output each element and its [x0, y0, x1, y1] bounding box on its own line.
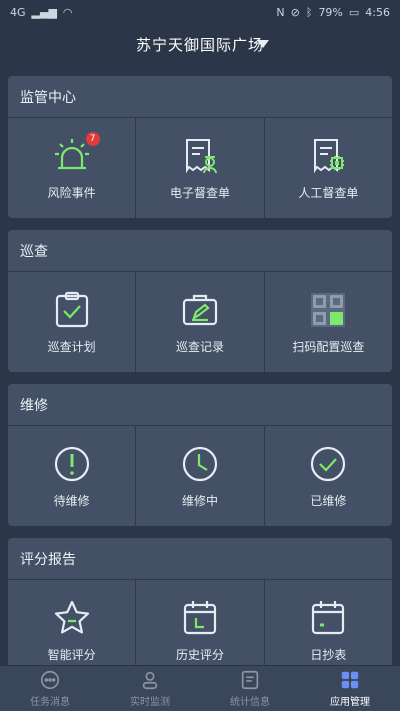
- section-maintenance: 维修 待维修 维修中 已维修: [8, 384, 392, 526]
- grid-item-label: 扫码配置巡查: [292, 339, 365, 354]
- wifi-icon: ◠: [62, 5, 73, 19]
- grid-item-daily-meter[interactable]: 日抄表: [265, 580, 392, 666]
- tab-realtime-monitor[interactable]: 实时监测: [100, 666, 200, 711]
- grid-item-repairing[interactable]: 维修中: [136, 426, 265, 526]
- header[interactable]: 苏宁天御国际广场: [0, 24, 400, 64]
- tab-label: 统计信息: [230, 697, 270, 708]
- grid-item-label: 日抄表: [310, 647, 347, 662]
- status-bar: 4G ▂▄▆ ◠ N ⊘ ᛒ 79% ▭ 4:56: [0, 0, 400, 24]
- grid-item-label: 智能评分: [47, 647, 96, 662]
- dropdown-caret-icon[interactable]: [257, 40, 269, 48]
- grid-item-qr-patrol[interactable]: 扫码配置巡查: [265, 272, 392, 372]
- tab-task-messages[interactable]: 任务消息: [0, 666, 100, 711]
- section-title: 监管中心: [8, 76, 392, 118]
- bottom-tab-bar: 任务消息 实时监测 统计信息 应用管理: [0, 665, 400, 711]
- qr-code-icon: [308, 290, 348, 330]
- grid-item-label: 风险事件: [47, 185, 96, 200]
- section-title: 维修: [8, 384, 392, 426]
- alarm-light-icon: 7: [52, 131, 100, 176]
- star-icon: [52, 598, 92, 638]
- grid-item-label: 巡查计划: [47, 339, 96, 354]
- tab-label: 实时监测: [130, 697, 170, 708]
- grid-item-label: 待维修: [53, 493, 90, 508]
- tab-label: 任务消息: [30, 697, 70, 708]
- signal-label: 4G: [10, 5, 26, 19]
- grid-item-patrol-plan[interactable]: 巡查计划: [8, 272, 137, 372]
- grid-item-label: 人工督查单: [298, 185, 359, 200]
- briefcase-edit-icon: [180, 290, 220, 330]
- document-officer-icon: [180, 136, 220, 176]
- calendar-icon: [308, 598, 348, 638]
- signal-icon: ▂▄▆: [31, 5, 57, 19]
- clipboard-check-icon: [52, 290, 92, 330]
- exclamation-circle-icon: [52, 444, 92, 484]
- section-supervision: 监管中心 7 风险事件 电子督查单 人工督查单: [8, 76, 392, 218]
- battery-icon: ▭: [348, 5, 360, 19]
- clock-icon: [180, 444, 220, 484]
- grid-item-label: 巡查记录: [175, 339, 224, 354]
- section-title: 评分报告: [8, 538, 392, 580]
- project-title[interactable]: 苏宁天御国际广场: [136, 34, 264, 55]
- grid-item-label: 已维修: [310, 493, 347, 508]
- grid-item-label: 历史评分: [175, 647, 224, 662]
- list-doc-icon: [241, 670, 259, 690]
- grid-item-history-score[interactable]: 历史评分: [136, 580, 265, 666]
- tab-statistics[interactable]: 统计信息: [200, 666, 300, 711]
- section-patrol: 巡查 巡查计划 巡查记录 扫码配置巡查: [8, 230, 392, 372]
- section-title: 巡查: [8, 230, 392, 272]
- battery-percent: 79%: [318, 5, 343, 19]
- grid-item-label: 电子督查单: [169, 185, 230, 200]
- grid-item-smart-score[interactable]: 智能评分: [8, 580, 137, 666]
- section-scoring-report: 评分报告 智能评分 历史评分 日抄表: [8, 538, 392, 666]
- grid-item-risk-events[interactable]: 7 风险事件: [8, 118, 137, 218]
- chat-icon: [40, 670, 60, 690]
- apps-grid-icon: [341, 671, 359, 689]
- calendar-l-icon: [180, 598, 220, 638]
- mute-icon: ⊘: [290, 5, 300, 19]
- bluetooth-icon: ᛒ: [305, 5, 313, 19]
- check-circle-icon: [308, 444, 348, 484]
- grid-item-pending-repair[interactable]: 待维修: [8, 426, 137, 526]
- user-icon: [142, 671, 158, 690]
- grid-item-e-inspection[interactable]: 电子督查单: [136, 118, 265, 218]
- grid-item-manual-inspection[interactable]: 人工督查单: [265, 118, 392, 218]
- document-chip-icon: [308, 136, 348, 176]
- tab-label: 应用管理: [330, 697, 370, 708]
- notification-badge: 7: [85, 131, 100, 146]
- grid-item-repaired[interactable]: 已维修: [265, 426, 392, 526]
- tab-app-management[interactable]: 应用管理: [300, 666, 400, 711]
- grid-item-patrol-records[interactable]: 巡查记录: [136, 272, 265, 372]
- nfc-icon: N: [276, 5, 285, 19]
- grid-item-label: 维修中: [181, 493, 218, 508]
- clock-time: 4:56: [365, 5, 390, 19]
- content-scroll[interactable]: 监管中心 7 风险事件 电子督查单 人工督查单 巡查 巡查计划 巡查记录 扫码配…: [8, 76, 392, 666]
